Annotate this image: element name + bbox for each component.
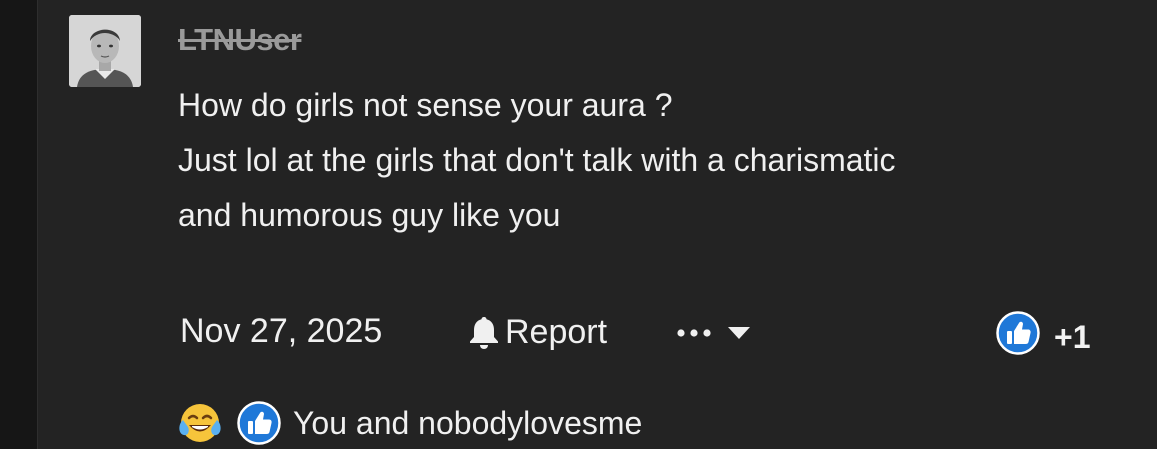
reactors-list: You and nobodylovesme	[293, 404, 643, 441]
username[interactable]: LTNUser	[178, 22, 302, 58]
ellipsis-icon	[677, 329, 711, 337]
bell-icon	[470, 317, 498, 349]
post-date[interactable]: Nov 27, 2025	[180, 312, 382, 351]
reactions-summary[interactable]: You and nobodylovesme	[177, 400, 642, 446]
thumbs-up-icon	[237, 401, 281, 445]
message-line: and humorous guy like you	[178, 197, 561, 233]
message-line: Just lol at the girls that don't talk wi…	[178, 142, 896, 178]
message-line: How do girls not sense your aura ?	[178, 87, 673, 123]
report-label: Report	[505, 312, 608, 351]
user-avatar[interactable]	[69, 15, 141, 87]
more-options-menu[interactable]	[676, 318, 752, 348]
chevron-down-icon	[728, 327, 750, 339]
message-body: How do girls not sense your aura ? Just …	[178, 78, 1128, 243]
like-reaction-count[interactable]: +1	[996, 309, 1090, 356]
reaction-count-label: +1	[1054, 319, 1091, 355]
report-button[interactable]: Report	[467, 312, 607, 352]
thumbs-up-icon	[996, 310, 1040, 355]
tears-of-joy-emoji	[179, 404, 221, 442]
